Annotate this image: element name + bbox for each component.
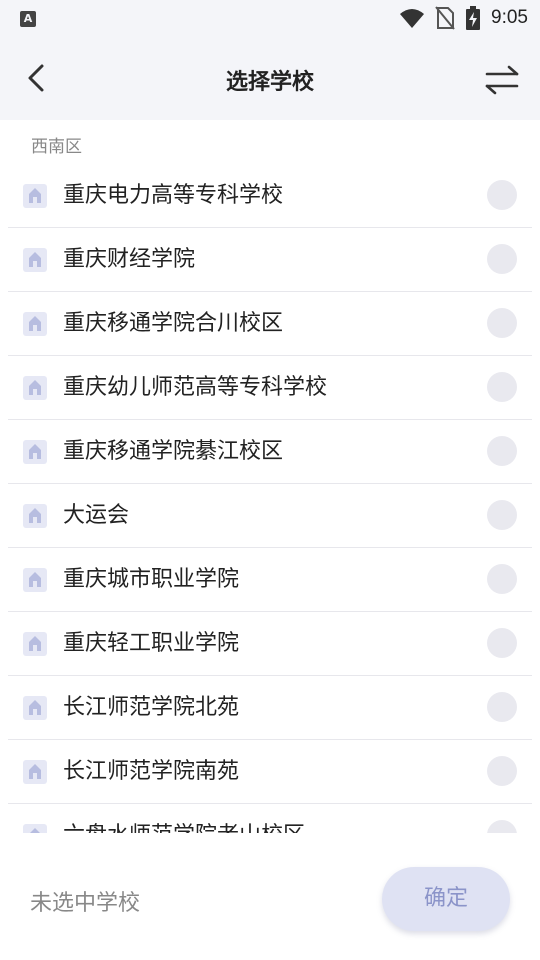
school-building-icon xyxy=(23,632,47,656)
school-name: 重庆移通学院綦江校区 xyxy=(63,439,284,464)
school-list-item[interactable]: 重庆幼儿师范高等专科学校 xyxy=(8,356,532,420)
school-list-item[interactable]: 长江师范学院南苑 xyxy=(8,740,532,804)
school-building-icon xyxy=(23,504,47,528)
school-name: 六盘水师范学院老山校区 xyxy=(63,804,305,833)
school-radio[interactable] xyxy=(487,500,517,530)
region-label: 西南区 xyxy=(31,137,82,157)
school-building-icon xyxy=(23,376,47,400)
school-list-item[interactable]: 重庆电力高等专科学校 xyxy=(8,164,532,228)
school-radio[interactable] xyxy=(487,244,517,274)
school-radio[interactable] xyxy=(487,180,517,210)
school-building-icon xyxy=(23,760,47,784)
confirm-button[interactable]: 确定 xyxy=(382,867,510,931)
school-list-item[interactable]: 大运会 xyxy=(8,484,532,548)
footer-bar: 未选中学校 确定 xyxy=(0,833,540,960)
school-building-icon xyxy=(23,824,47,833)
school-name: 重庆电力高等专科学校 xyxy=(63,183,284,208)
school-list-item[interactable]: 重庆城市职业学院 xyxy=(8,548,532,612)
school-building-icon xyxy=(23,568,47,592)
school-list-item[interactable]: 重庆轻工职业学院 xyxy=(8,612,532,676)
school-name: 长江师范学院北苑 xyxy=(63,695,240,720)
school-name: 重庆轻工职业学院 xyxy=(63,631,240,656)
school-radio[interactable] xyxy=(487,628,517,658)
wifi-icon xyxy=(400,9,425,28)
app-notification-icon: A xyxy=(20,11,36,27)
school-list: 重庆电力高等专科学校 重庆财经学院重庆移通学院合川校区重庆幼儿师范高等专科学校 重庆… xyxy=(0,164,540,833)
school-name: 重庆幼儿师范高等专科学校 xyxy=(63,375,328,400)
school-radio[interactable] xyxy=(487,436,517,466)
school-name: 长江师范学院南苑 xyxy=(63,759,240,784)
school-radio[interactable] xyxy=(487,820,517,833)
school-list-item[interactable]: 重庆财经学院 xyxy=(8,228,532,292)
header: 选择学校 xyxy=(0,38,540,120)
school-name: 重庆移通学院合川校区 xyxy=(63,311,284,336)
no-sim-icon xyxy=(435,6,455,30)
school-building-icon xyxy=(23,248,47,272)
battery-charging-icon xyxy=(466,6,481,30)
selection-status: 未选中学校 xyxy=(30,891,141,916)
school-list-item[interactable]: 重庆移通学院合川校区 xyxy=(8,292,532,356)
school-radio[interactable] xyxy=(487,756,517,786)
switch-button[interactable] xyxy=(484,62,520,98)
school-building-icon xyxy=(23,312,47,336)
school-building-icon xyxy=(23,440,47,464)
school-list-item[interactable]: 重庆移通学院綦江校区 xyxy=(8,420,532,484)
school-building-icon xyxy=(23,696,47,720)
school-list-item[interactable]: 长江师范学院北苑 xyxy=(8,676,532,740)
school-radio[interactable] xyxy=(487,308,517,338)
page-title: 选择学校 xyxy=(225,70,314,95)
school-building-icon xyxy=(23,184,47,208)
school-radio[interactable] xyxy=(487,564,517,594)
status-bar: A 9:05 xyxy=(0,0,540,38)
school-list-item[interactable]: 六盘水师范学院老山校区 xyxy=(8,804,532,833)
status-time: 9:05 xyxy=(491,7,528,28)
school-name: 重庆财经学院 xyxy=(63,247,196,272)
school-radio[interactable] xyxy=(487,692,517,722)
status-icons: 9:05 xyxy=(399,6,528,30)
swap-arrows-icon xyxy=(485,65,519,95)
school-radio[interactable] xyxy=(487,372,517,402)
school-list-container[interactable]: 西南区 重庆电力高等专科学校 重庆财经学院重庆移通学院合川校区重庆幼儿师范高等专科… xyxy=(0,120,540,833)
school-name: 重庆城市职业学院 xyxy=(63,567,240,592)
school-name: 大运会 xyxy=(63,503,130,528)
